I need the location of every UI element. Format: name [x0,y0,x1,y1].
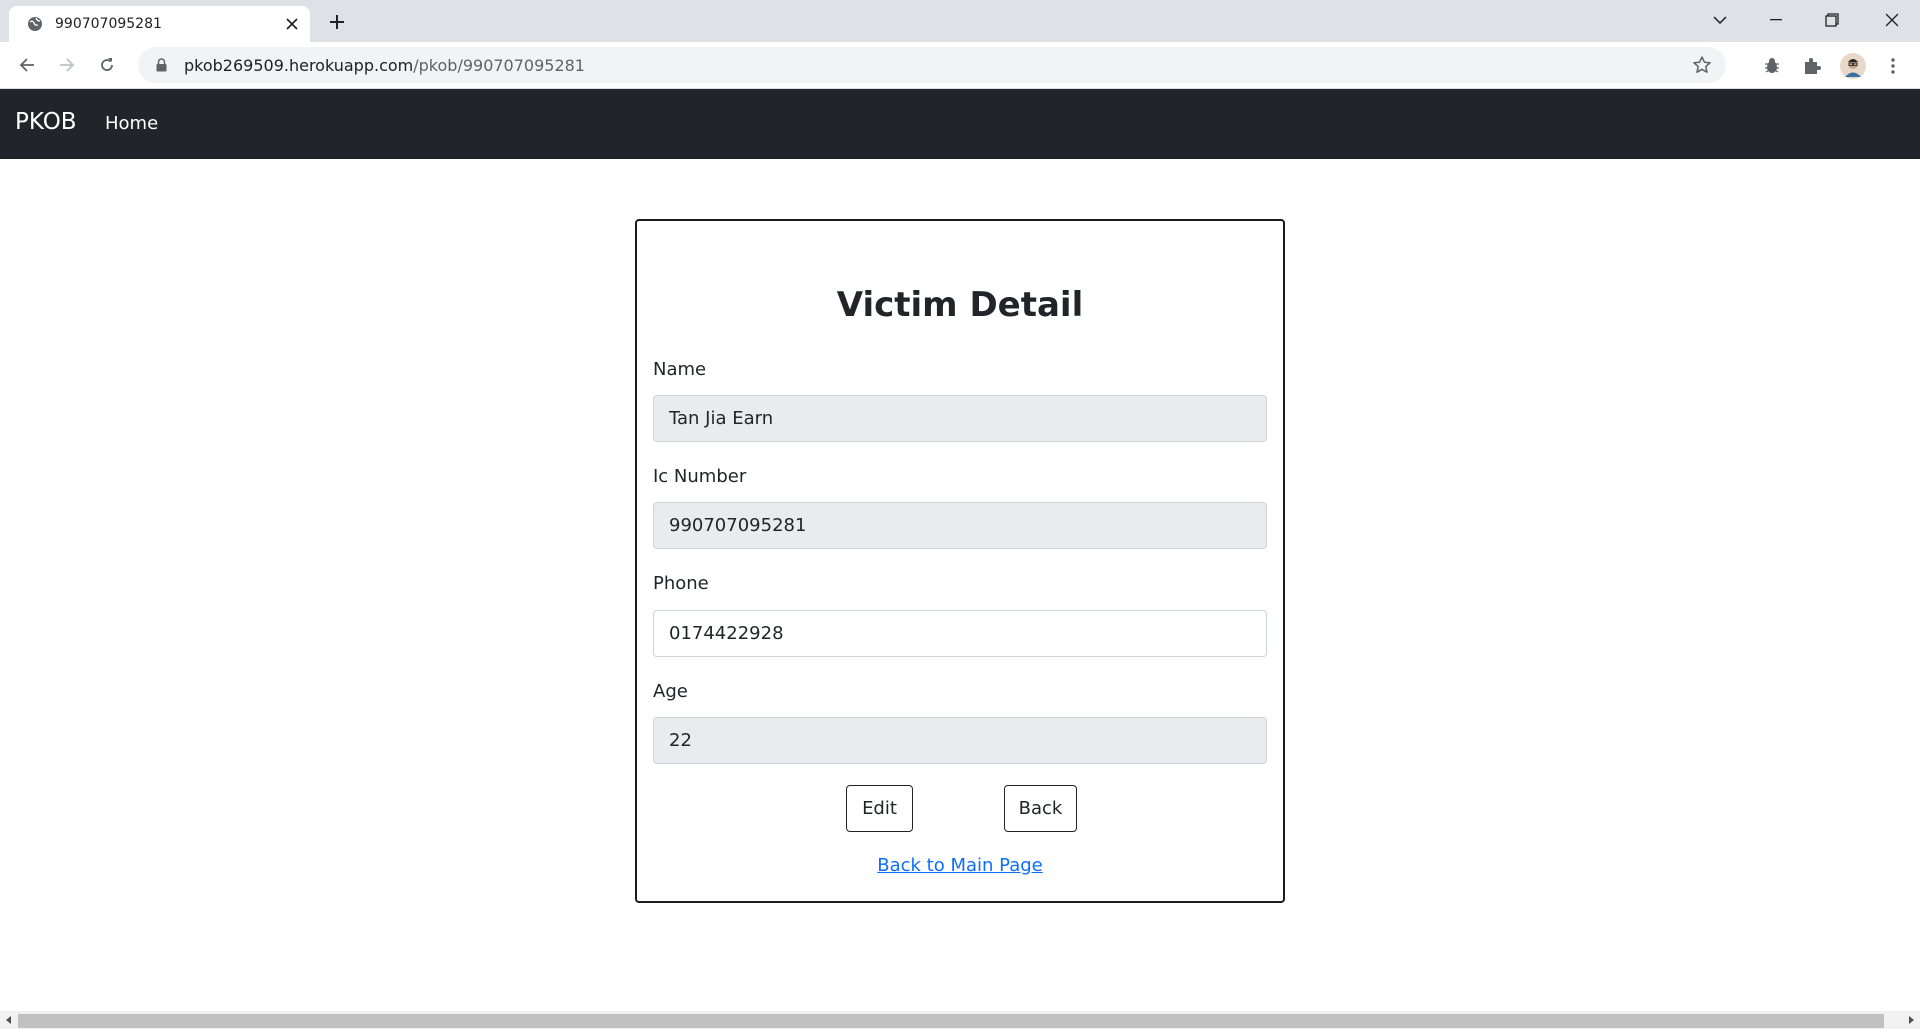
minimize-icon[interactable] [1748,0,1804,40]
nav-link-home[interactable]: Home [105,113,158,134]
url-text[interactable]: pkob269509.herokuapp.com/pkob/9907070952… [184,56,585,75]
scroll-right-icon[interactable] [1902,1011,1920,1029]
age-field[interactable]: 22 [653,717,1267,764]
phone-label: Phone [653,573,709,594]
url-host: pkob269509.herokuapp.com [184,55,414,75]
tab-title: 990707095281 [55,16,162,32]
new-tab-icon[interactable] [325,10,349,34]
navbar-brand[interactable]: PKOB [15,109,77,135]
age-label: Age [653,681,688,702]
tab-search-icon[interactable] [1692,0,1748,40]
back-button[interactable]: Back [1004,785,1077,832]
bookmark-star-icon[interactable] [1692,55,1712,75]
horizontal-scrollbar[interactable] [0,1011,1920,1029]
lock-icon[interactable] [153,57,169,73]
url-path: /pkob/990707095281 [413,55,585,75]
bug-extension-icon[interactable] [1757,51,1787,81]
address-bar[interactable]: pkob269509.herokuapp.com/pkob/9907070952… [138,47,1726,83]
forward-arrow-icon[interactable] [51,49,83,81]
puzzle-extensions-icon[interactable] [1797,51,1827,81]
ic-number-field[interactable]: 990707095281 [653,502,1267,549]
edit-button[interactable]: Edit [846,785,913,832]
page-title: Victim Detail [836,285,1084,325]
browser-toolbar: pkob269509.herokuapp.com/pkob/9907070952… [0,42,1920,89]
browser-tabstrip: 990707095281 [0,0,1920,42]
name-label: Name [653,359,707,380]
reload-icon[interactable] [91,49,123,81]
scrollbar-thumb[interactable] [18,1014,1884,1028]
ic-number-label: Ic Number [653,466,747,487]
restore-icon[interactable] [1804,0,1860,40]
victim-detail-card: Victim Detail Name Tan Jia Earn Ic Numbe… [635,219,1285,903]
close-window-icon[interactable] [1864,0,1920,40]
globe-icon [26,15,44,33]
name-field[interactable]: Tan Jia Earn [653,395,1267,442]
site-navbar: PKOB Home [0,89,1920,159]
browser-tab[interactable]: 990707095281 [9,6,310,42]
phone-field[interactable]: 0174422928 [653,610,1267,657]
close-icon[interactable] [282,14,302,34]
menu-kebab-icon[interactable] [1878,51,1908,81]
back-arrow-icon[interactable] [11,49,43,81]
back-to-main-link[interactable]: Back to Main Page [637,855,1283,876]
profile-avatar-icon[interactable] [1838,51,1868,81]
scroll-left-icon[interactable] [0,1011,18,1029]
